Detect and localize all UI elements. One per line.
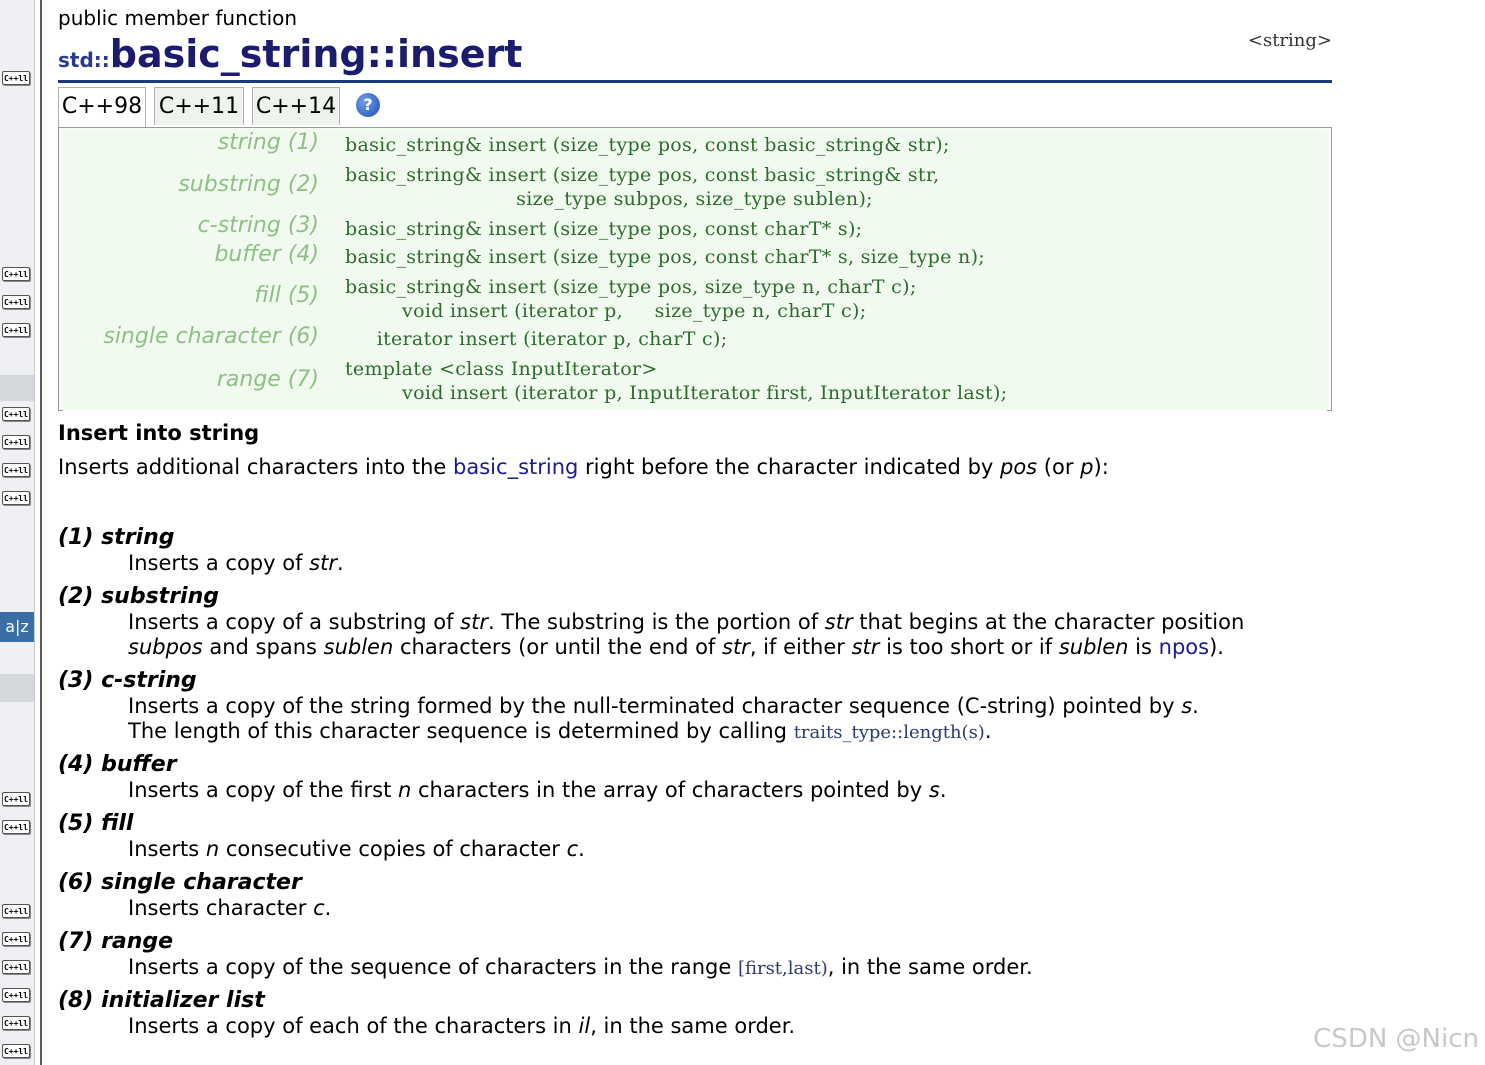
prototype-signature: basic_string& insert (size_type pos, con… — [345, 246, 985, 268]
title-namespace: std:: — [58, 48, 110, 72]
overload-heading: (6) single character — [58, 870, 302, 895]
intro-pos: pos — [1000, 455, 1038, 479]
intro-end: ): — [1093, 455, 1109, 479]
cpp-version-badge[interactable]: C++ll — [2, 932, 30, 946]
prototype-signature: basic_string& insert (size_type pos, con… — [345, 218, 863, 240]
intro-text: Inserts additional characters into the b… — [58, 455, 1109, 479]
title-member: insert — [397, 32, 523, 76]
prototype-signature: iterator insert (iterator p, charT c); — [345, 328, 728, 350]
prototype-row: c-string (3) basic_string& insert (size_t… — [63, 213, 1327, 243]
cpp-version-badge[interactable]: C++ll — [2, 463, 30, 477]
cpp-version-badge[interactable]: C++ll — [2, 71, 30, 85]
cpp-version-badge[interactable]: C++ll — [2, 1016, 30, 1030]
prototype-label: substring (2) — [178, 172, 319, 197]
section-title: Insert into string — [58, 421, 260, 445]
prototype-row: substring (2) basic_string& insert (size_… — [63, 160, 1327, 215]
overload-heading: (7) range — [58, 929, 174, 954]
intro-p: p — [1080, 455, 1094, 479]
cpp-version-badge[interactable]: C++ll — [2, 267, 30, 281]
overload-description: Inserts a copy of the first n characters… — [128, 778, 947, 802]
overload-description: Inserts a copy of the string formed by t… — [128, 694, 1199, 743]
overload-heading: (3) c-string — [58, 668, 197, 693]
title-class[interactable]: basic_string — [110, 32, 367, 76]
help-icon[interactable]: ? — [356, 93, 380, 117]
prototype-signature: template <class InputIterator> void inse… — [345, 358, 1008, 404]
overload-description: Inserts character c. — [128, 896, 332, 920]
cpp-version-badge[interactable]: C++ll — [2, 820, 30, 834]
overload-heading: (5) fill — [58, 811, 134, 836]
basic-string-link[interactable]: basic_string — [453, 455, 578, 479]
cpp-version-badge[interactable]: C++ll — [2, 323, 30, 337]
title-underline — [58, 80, 1332, 83]
watermark: CSDN @Nicn — [1313, 1024, 1479, 1054]
prototype-label: range (7) — [216, 367, 319, 392]
prototype-signature: basic_string& insert (size_type pos, siz… — [345, 276, 917, 322]
member-kind: public member function — [58, 6, 298, 30]
intro-pre: Inserts additional characters into the — [58, 455, 454, 479]
reference-book-icon[interactable]: a|z — [0, 612, 34, 642]
tab-cpp98[interactable]: C++98 — [58, 87, 146, 127]
page-title: std::basic_string::insert — [58, 32, 1332, 78]
tab-cpp11[interactable]: C++11 — [154, 87, 244, 125]
tab-cpp14[interactable]: C++14 — [252, 87, 340, 125]
prototype-label: string (1) — [217, 130, 319, 155]
cpp-version-badge[interactable]: C++ll — [2, 435, 30, 449]
prototype-signature: basic_string& insert (size_type pos, con… — [345, 134, 950, 156]
cpp-version-badge[interactable]: C++ll — [2, 407, 30, 421]
overload-description: Inserts a copy of each of the characters… — [128, 1014, 796, 1038]
overload-description: Inserts a copy of a substring of str. Th… — [128, 610, 1245, 659]
prototype-label: buffer (4) — [214, 242, 319, 267]
prototype-table: string (1) basic_string& insert (size_typ… — [58, 127, 1332, 411]
overload-heading: (1) string — [58, 525, 175, 550]
cpp-version-badge[interactable]: C++ll — [2, 792, 30, 806]
prototype-row: buffer (4) basic_string& insert (size_typ… — [63, 242, 1327, 273]
title-separator: :: — [366, 32, 398, 76]
prototype-label: c-string (3) — [197, 213, 319, 238]
prototype-row: single character (6) iterator insert (it… — [63, 324, 1327, 355]
prototype-row: fill (5) basic_string& insert (size_type … — [63, 272, 1327, 325]
cpp-version-badge[interactable]: C++ll — [2, 1044, 30, 1058]
cpp-version-badge[interactable]: C++ll — [2, 988, 30, 1002]
prototype-row: range (7) template <class InputIterator> … — [63, 354, 1327, 411]
cpp-version-badge[interactable]: C++ll — [2, 904, 30, 918]
left-sidebar: C++ll C++ll C++ll C++ll C++ll C++ll C++ll C++ll… — [0, 0, 35, 1065]
prototype-label: fill (5) — [254, 283, 319, 308]
overload-heading: (8) initializer list — [58, 988, 265, 1013]
cpp-version-badge[interactable]: C++ll — [2, 491, 30, 505]
prototype-label: single character (6) — [103, 324, 319, 349]
sidebar-divider — [40, 0, 42, 1065]
overload-description: Inserts a copy of the sequence of charac… — [128, 955, 1033, 979]
prototype-row: string (1) basic_string& insert (size_typ… — [63, 130, 1327, 161]
overload-description: Inserts n consecutive copies of characte… — [128, 837, 585, 861]
cpp-version-badge[interactable]: C++ll — [2, 295, 30, 309]
header-file-link[interactable]: <string> — [1248, 30, 1332, 51]
sidebar-separator — [0, 375, 34, 401]
overload-heading: (4) buffer — [58, 752, 177, 777]
overload-heading: (2) substring — [58, 584, 219, 609]
intro-mid: right before the character indicated by — [578, 455, 1000, 479]
overload-description: Inserts a copy of str. — [128, 551, 344, 575]
prototype-signature: basic_string& insert (size_type pos, con… — [345, 164, 940, 210]
intro-or: (or — [1037, 455, 1081, 479]
sidebar-separator — [0, 674, 34, 702]
cpp-version-badge[interactable]: C++ll — [2, 960, 30, 974]
